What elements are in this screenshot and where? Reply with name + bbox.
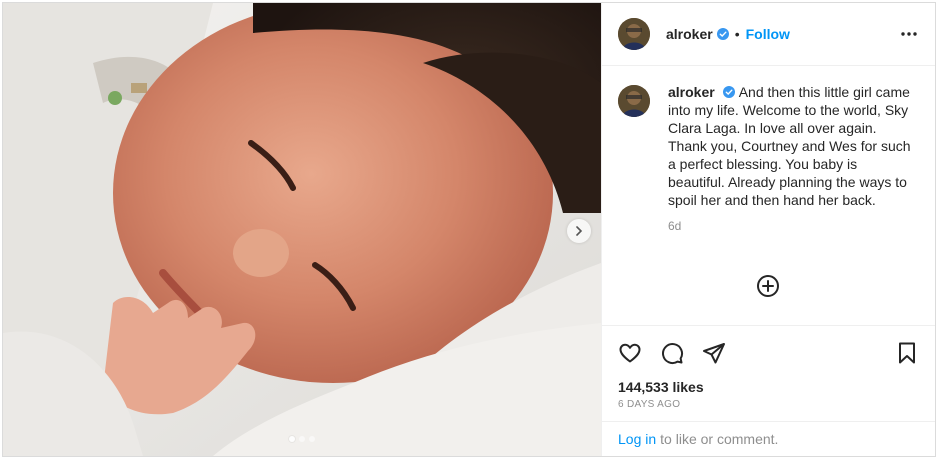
post-side-panel: alroker • Follow alroker And then this l… — [601, 3, 935, 456]
carousel-dot — [309, 436, 315, 442]
post-media[interactable] — [3, 3, 601, 456]
carousel-dot-active — [289, 436, 295, 442]
caption-section: alroker And then this little girl came i… — [602, 67, 935, 326]
caption-body-text: And then this little girl came into my l… — [668, 84, 911, 208]
post-time-ago[interactable]: 6d — [668, 219, 914, 233]
instagram-post: alroker • Follow alroker And then this l… — [2, 2, 936, 457]
add-comment-icon[interactable] — [756, 274, 780, 298]
follow-button[interactable]: Follow — [746, 26, 790, 42]
carousel-dot — [299, 436, 305, 442]
login-prompt-text: to like or comment. — [660, 431, 779, 447]
caption-text: alroker And then this little girl came i… — [668, 83, 914, 209]
heart-icon[interactable] — [618, 341, 642, 365]
carousel-indicator — [289, 436, 315, 442]
login-prompt: Log in to like or comment. — [602, 421, 935, 456]
verified-badge-icon — [716, 28, 729, 40]
header-username[interactable]: alroker — [666, 26, 713, 42]
verified-badge-icon — [722, 86, 735, 98]
more-options-icon[interactable] — [899, 27, 919, 41]
baby-photo — [3, 3, 601, 456]
avatar-image — [618, 18, 650, 50]
share-icon[interactable] — [702, 341, 726, 365]
likes-count[interactable]: 144,533 likes — [618, 379, 704, 395]
avatar-image — [618, 85, 650, 117]
caption-username[interactable]: alroker — [668, 84, 715, 100]
avatar[interactable] — [618, 85, 650, 117]
action-bar — [602, 327, 935, 379]
bookmark-icon[interactable] — [895, 341, 919, 365]
chevron-right-icon — [576, 226, 583, 236]
avatar[interactable] — [618, 18, 650, 50]
login-link[interactable]: Log in — [618, 431, 656, 447]
comment-icon[interactable] — [660, 341, 684, 365]
next-slide-button[interactable] — [567, 219, 591, 243]
separator-dot: • — [734, 26, 740, 42]
post-date: 6 DAYS AGO — [618, 399, 681, 410]
post-header: alroker • Follow — [602, 3, 935, 66]
